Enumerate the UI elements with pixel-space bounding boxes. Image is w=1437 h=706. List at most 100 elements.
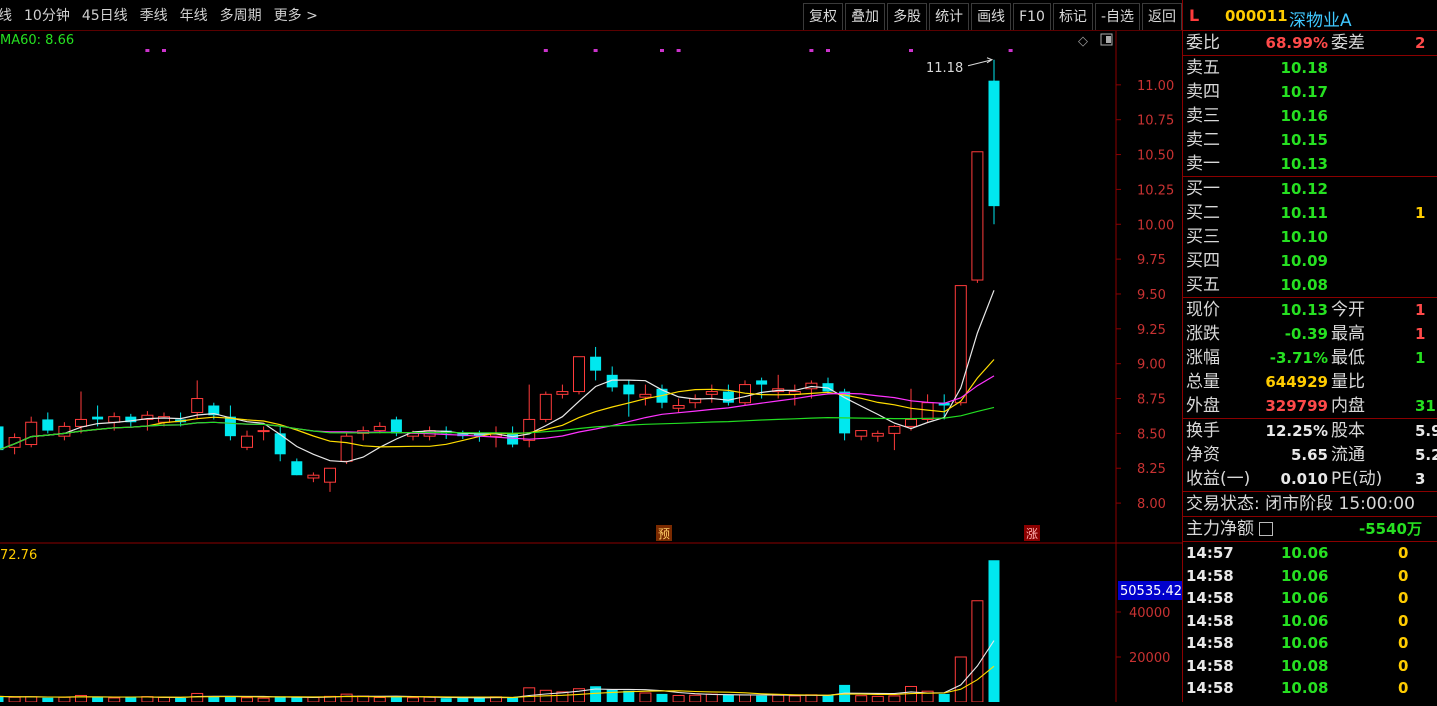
volume-bar xyxy=(125,697,137,702)
multi-stock-button[interactable]: 多股 xyxy=(887,3,928,30)
volume-bar xyxy=(58,696,71,703)
back-button[interactable]: 返回 xyxy=(1142,3,1182,30)
kline-chart-area[interactable]: MA60: 8.66 ◇ 11.00 10.75 10.50 10.25 10.00 9.… xyxy=(0,31,1182,706)
stat-row: 现价 10.13 今开 1 xyxy=(1183,298,1437,322)
buy-level[interactable]: 买二 10.11 1 xyxy=(1183,201,1437,225)
signal-dot xyxy=(809,49,814,52)
sell-level[interactable]: 卖一 10.13 xyxy=(1183,152,1437,177)
stat-label: 总量 xyxy=(1186,372,1220,392)
tick-list[interactable]: 14:57 10.06 0 14:58 10.06 0 14:58 10.06 0 14:5… xyxy=(1183,542,1437,700)
kline-chart[interactable]: MA60: 8.66 ◇ 11.00 10.75 10.50 10.25 10.00 9.… xyxy=(0,31,1182,703)
toolbar-buttons: 复权 叠加 多股 统计 画线 F10 标记 -自选 返回 xyxy=(801,3,1182,30)
candle-body xyxy=(888,425,901,434)
stock-flag: L xyxy=(1189,6,1200,25)
sell-price: 10.16 xyxy=(1280,107,1328,125)
period-multi[interactable]: 多周期 xyxy=(220,5,262,25)
remove-watchlist-button[interactable]: -自选 xyxy=(1094,3,1140,30)
tick-volume: 0 xyxy=(1398,589,1409,607)
sell-level[interactable]: 卖五 10.18 xyxy=(1183,56,1437,80)
volume-bar xyxy=(307,697,320,703)
candle-body xyxy=(539,393,552,420)
volume-bar xyxy=(988,560,1000,702)
mark-button[interactable]: 标记 xyxy=(1052,3,1093,30)
info-label: 流通 xyxy=(1331,445,1365,465)
sell-level[interactable]: 卖二 10.15 xyxy=(1183,128,1437,152)
info-value: 5.9 xyxy=(1415,422,1437,440)
main-net-value: -5540万 xyxy=(1359,520,1422,538)
overlay-button[interactable]: 叠加 xyxy=(845,3,886,30)
sell-level[interactable]: 卖三 10.16 xyxy=(1183,104,1437,128)
volume-highlight-value: 50535.42 xyxy=(1120,584,1182,599)
tick-time: 14:58 xyxy=(1186,634,1234,652)
volume-bar xyxy=(689,694,702,703)
period-10min[interactable]: 10分钟 xyxy=(24,5,70,25)
volume-bar xyxy=(291,697,303,702)
buy-level[interactable]: 买三 10.10 xyxy=(1183,225,1437,249)
tick-row: 14:58 10.08 0 xyxy=(1183,677,1437,700)
company-info: 换手 12.25%股本 5.9 净资 5.65流通 5.2 收益(一) 0.010PE(动… xyxy=(1183,419,1437,492)
candle-body xyxy=(556,391,569,395)
buy-level[interactable]: 买一 10.12 xyxy=(1183,177,1437,201)
period-45day[interactable]: 45日线 xyxy=(82,5,128,25)
candle-body xyxy=(390,419,402,434)
period-quarter[interactable]: 季线 xyxy=(140,5,168,25)
sell-level[interactable]: 卖四 10.17 xyxy=(1183,80,1437,104)
volume-bar xyxy=(871,695,884,703)
buy-level[interactable]: 买五 10.08 xyxy=(1183,273,1437,298)
volume-bar xyxy=(175,697,187,702)
price-tick-label: 11.00 xyxy=(1137,79,1174,94)
diamond-icon[interactable]: ◇ xyxy=(1078,34,1088,49)
volume-bar xyxy=(888,695,901,703)
buy-level[interactable]: 买四 10.09 xyxy=(1183,249,1437,273)
stats-button[interactable]: 统计 xyxy=(929,3,970,30)
tick-volume: 0 xyxy=(1398,634,1409,652)
stat-row: 总量 644929 量比 xyxy=(1183,370,1437,394)
stat-value: 10.13 xyxy=(1280,301,1328,319)
rise-marker: 涨 xyxy=(1024,525,1040,541)
tick-time: 14:58 xyxy=(1186,656,1234,675)
volume-tick-label: 20000 xyxy=(1129,651,1170,666)
volume-bar xyxy=(224,696,236,702)
signal-dot xyxy=(676,49,681,52)
candle-body xyxy=(623,384,635,395)
tick-row: 14:58 10.06 0 xyxy=(1183,610,1437,633)
f10-button[interactable]: F10 xyxy=(1013,3,1051,30)
candle-body xyxy=(971,151,984,281)
quote-stats: 现价 10.13 今开 1 涨跌 -0.39 最高 1 涨幅 -3.71% 最低 1 总量 6449… xyxy=(1183,298,1437,419)
volume-bar xyxy=(8,696,21,703)
signal-dot xyxy=(1008,49,1013,52)
buy-label: 买三 xyxy=(1186,227,1220,247)
stat-label: 涨跌 xyxy=(1186,324,1220,344)
volume-bar xyxy=(938,693,950,702)
candle-body xyxy=(291,461,303,476)
period-more[interactable]: 更多 > xyxy=(274,5,318,25)
buy-volume: 1 xyxy=(1415,204,1426,222)
volume-bar xyxy=(739,694,751,703)
volume-bar xyxy=(92,697,104,702)
volume-bar xyxy=(623,690,635,702)
ma60-label: MA60: 8.66 xyxy=(0,33,74,48)
list-icon[interactable] xyxy=(1259,522,1273,536)
stock-header[interactable]: L 000011 深物业A xyxy=(1183,0,1437,31)
tick-row: 14:58 10.06 0 xyxy=(1183,632,1437,655)
fuquan-button[interactable]: 复权 xyxy=(803,3,844,30)
candle-body xyxy=(324,467,336,483)
candle-body xyxy=(191,398,204,413)
price-tick-label: 10.25 xyxy=(1137,183,1174,198)
period-year[interactable]: 年线 xyxy=(180,5,208,25)
volume-bar xyxy=(390,697,402,702)
volume-bar xyxy=(108,697,121,703)
main-net-row[interactable]: 主力净额 -5540万 xyxy=(1183,517,1437,542)
price-tick-label: 9.00 xyxy=(1137,358,1166,373)
tick-time: 14:57 xyxy=(1186,544,1234,562)
volume-bar xyxy=(971,600,984,703)
candle-body xyxy=(672,405,685,409)
high-price-arrow xyxy=(967,57,994,67)
draw-line-button[interactable]: 画线 xyxy=(971,3,1012,30)
tick-price: 10.06 xyxy=(1281,589,1329,607)
weibi-value: 68.99% xyxy=(1265,34,1328,52)
period-daily[interactable]: 日线 xyxy=(0,5,12,25)
buy-price: 10.12 xyxy=(1280,180,1328,198)
volume-bar xyxy=(25,696,38,703)
candle-body xyxy=(573,356,585,393)
